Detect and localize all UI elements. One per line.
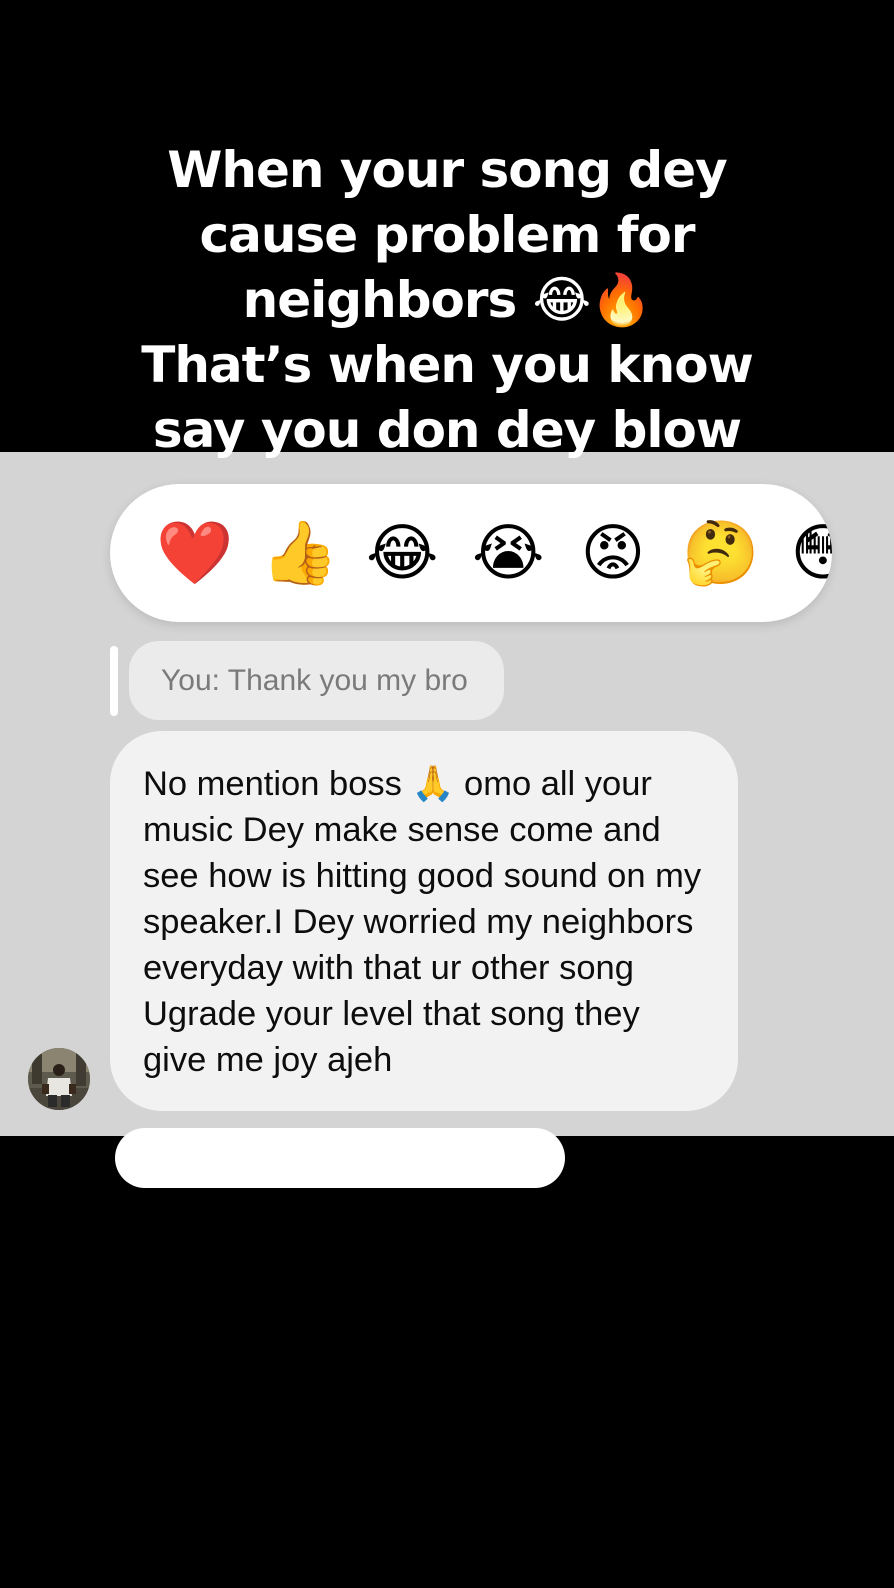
next-message-bubble bbox=[115, 1128, 565, 1188]
angry-face-icon[interactable]: 😡 bbox=[577, 518, 649, 590]
sender-avatar[interactable] bbox=[28, 1048, 90, 1110]
flushed-face-icon[interactable]: 😳 bbox=[787, 518, 832, 590]
video-caption: When your song dey cause problem for nei… bbox=[0, 138, 894, 463]
caption-line: neighbors 😂🔥 bbox=[242, 271, 653, 329]
reaction-picker: ❤️ 👍 😂 😭 😡 🤔 😳 bbox=[110, 484, 832, 622]
reply-indicator-bar bbox=[110, 646, 118, 716]
replied-message-preview[interactable]: You: Thank you my bro bbox=[129, 641, 504, 720]
red-heart-icon[interactable]: ❤️ bbox=[156, 518, 233, 590]
caption-line: say you don dey blow bbox=[152, 401, 742, 459]
caption-line: That’s when you know bbox=[141, 336, 754, 394]
caption-line: When your song dey bbox=[167, 141, 727, 199]
caption-line: cause problem for bbox=[199, 206, 696, 264]
bottom-black-band bbox=[0, 1136, 894, 1588]
tears-of-joy-icon[interactable]: 😂 bbox=[366, 518, 438, 590]
message-bubble[interactable]: No mention boss 🙏 omo all your music Dey… bbox=[110, 731, 738, 1111]
thumbs-up-icon[interactable]: 👍 bbox=[261, 518, 338, 590]
avatar-photo bbox=[28, 1048, 90, 1110]
thinking-face-icon[interactable]: 🤔 bbox=[682, 518, 759, 590]
loudly-crying-icon[interactable]: 😭 bbox=[472, 518, 544, 590]
